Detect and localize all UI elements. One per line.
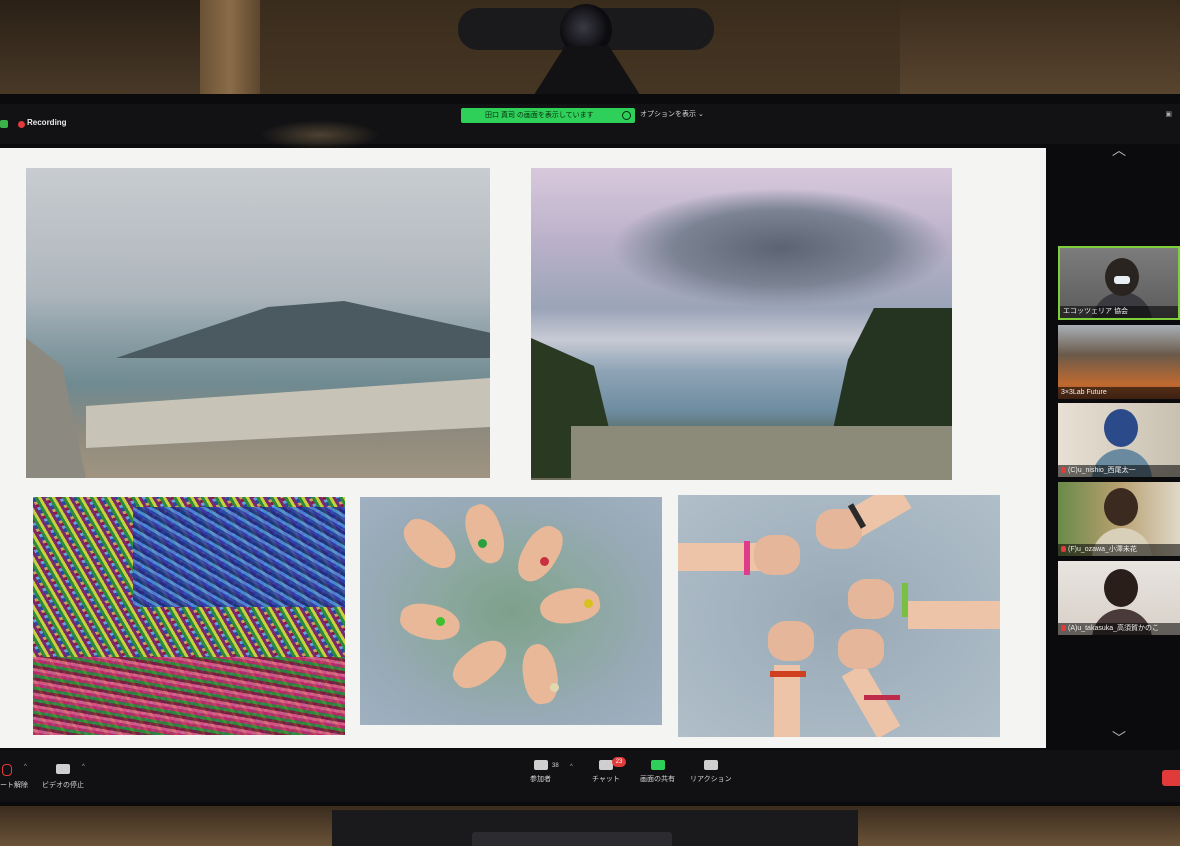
caret-up-icon[interactable]: ^ [24, 764, 27, 770]
reactions-label: リアクション [690, 776, 732, 783]
participant-tile-active[interactable]: エコッツェリア 協会 [1058, 246, 1180, 320]
mic-off-icon [1061, 625, 1066, 632]
screen-share-banner[interactable]: 田口 真司 の画面を表示しています [461, 108, 635, 123]
mic-off-icon [1061, 546, 1066, 553]
tv-stand-device [472, 832, 672, 846]
smiley-plus-icon [703, 760, 718, 770]
caret-up-icon[interactable]: ^ [570, 764, 573, 770]
share-info-icon[interactable] [622, 111, 631, 120]
chat-label: チャット [592, 776, 620, 783]
photo-hands-with-rings [360, 497, 662, 725]
photo-woven-threads [33, 497, 345, 735]
photo-wrists-with-bracelets [678, 495, 1000, 737]
room-wall-left [0, 0, 210, 100]
window-layout-icon[interactable]: ▣ [1165, 110, 1172, 118]
room-pillar [200, 0, 260, 100]
chevron-up-icon[interactable]: ︿ [1112, 140, 1126, 160]
participant-name: (A)u_takasuka_高須賀かのこ [1058, 623, 1180, 635]
photo-cloudy-bay [531, 168, 952, 480]
webcam-mount [532, 46, 642, 98]
shield-icon [0, 120, 8, 128]
view-options-menu[interactable]: オプションを表示 ⌄ [640, 109, 704, 119]
stop-video-button-label[interactable]: ビデオの停止 [42, 780, 84, 790]
unmute-button-label[interactable]: ート解除 [0, 780, 28, 790]
share-screen-label: 画面の共有 [640, 776, 675, 783]
participant-tile[interactable]: (C)u_nishio_西尾太一 [1058, 403, 1180, 477]
participant-tile[interactable]: (F)u_ozawa_小澤未花 [1058, 482, 1180, 556]
participant-tile[interactable]: (A)u_takasuka_高須賀かのこ [1058, 561, 1180, 635]
zoom-toolbar [0, 750, 1180, 802]
people-icon [533, 760, 548, 770]
photo-seaside-pier [26, 168, 490, 478]
light-glare [260, 120, 380, 150]
share-screen-button[interactable]: 画面の共有 [640, 760, 675, 784]
chat-unread-badge: 23 [612, 757, 626, 767]
chevron-down-icon[interactable]: ﹀ [1112, 728, 1126, 748]
room-wall-right [900, 0, 1180, 100]
participant-tile[interactable]: 3×3Lab Future [1058, 325, 1180, 399]
participant-name: (F)u_ozawa_小澤未花 [1058, 544, 1180, 556]
caret-up-icon[interactable]: ^ [82, 764, 85, 770]
participants-count: 38 [552, 763, 559, 769]
participant-name-text: (C)u_nishio_西尾太一 [1068, 467, 1136, 474]
microphone-muted-icon[interactable] [2, 764, 12, 776]
participant-name: 3×3Lab Future [1058, 387, 1180, 399]
mic-off-icon [1061, 467, 1066, 474]
participants-label: 参加者 [530, 776, 551, 783]
recording-dot-icon [18, 121, 25, 128]
participant-name-text: (F)u_ozawa_小澤未花 [1068, 546, 1137, 553]
participant-name: エコッツェリア 協会 [1060, 306, 1178, 318]
reactions-button[interactable]: リアクション [690, 760, 732, 784]
chat-bubble-icon [598, 760, 613, 770]
recording-label: Recording [27, 118, 67, 127]
participants-button[interactable]: 参加者 [530, 760, 551, 784]
share-screen-icon [650, 760, 665, 770]
participant-name: (C)u_nishio_西尾太一 [1058, 465, 1180, 477]
participant-name-text: (A)u_takasuka_高須賀かのこ [1068, 625, 1160, 632]
end-meeting-button[interactable] [1162, 770, 1180, 786]
video-camera-icon[interactable] [56, 764, 70, 774]
